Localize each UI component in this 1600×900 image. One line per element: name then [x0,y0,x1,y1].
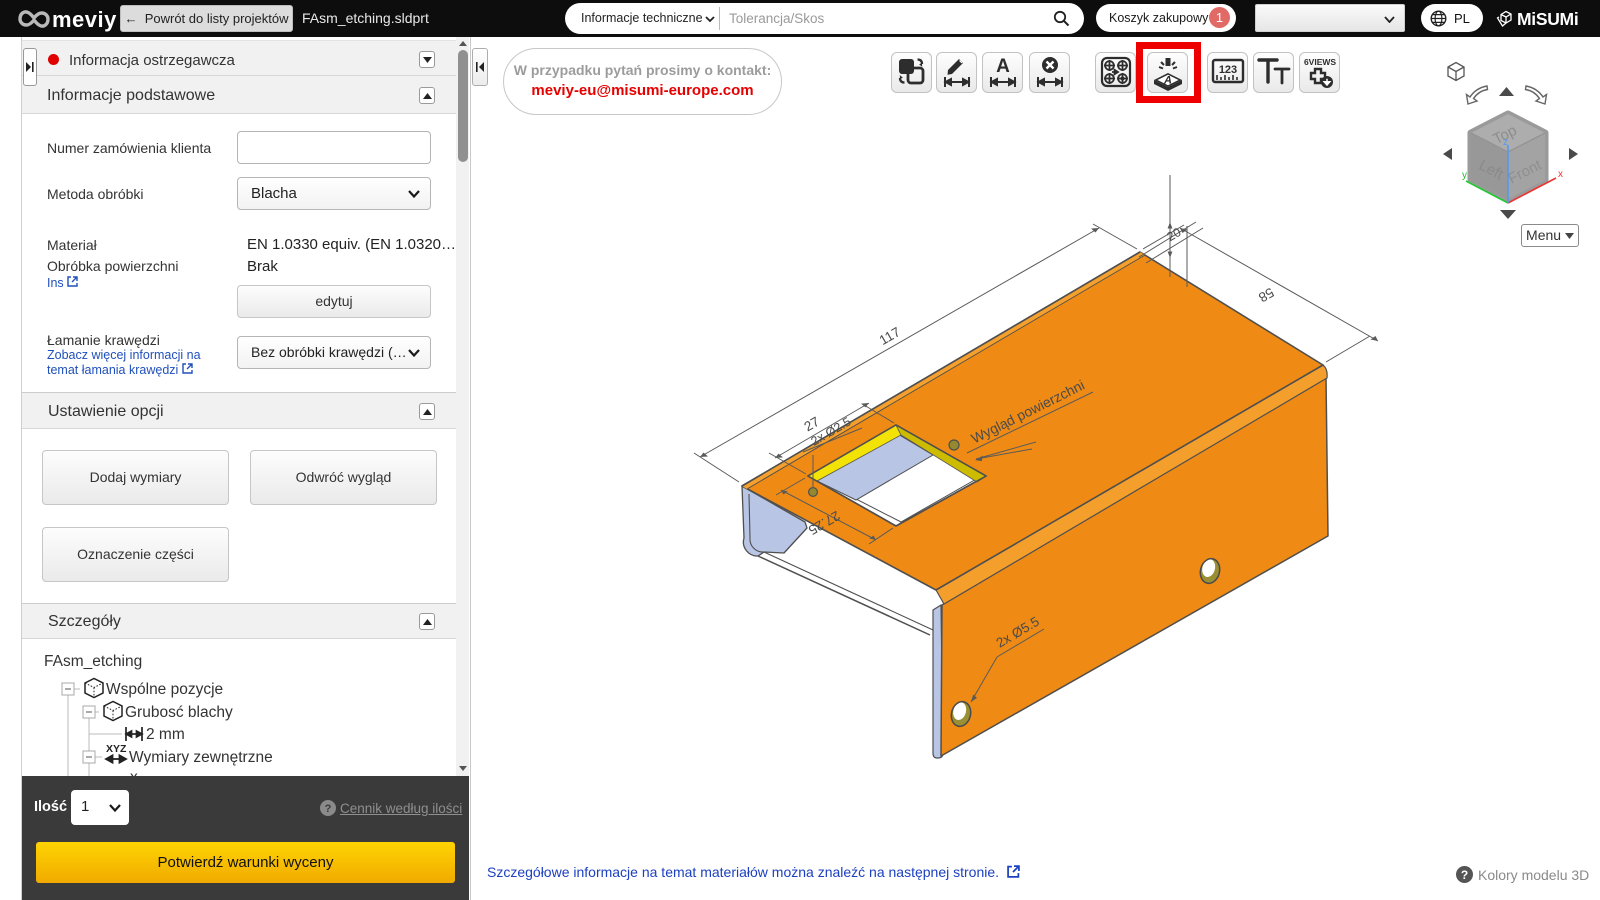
svg-text:Grubosć blachy: Grubosć blachy [125,704,233,721]
svg-text:Wspólne pozycje: Wspólne pozycje [106,681,223,698]
svg-text:XYZ: XYZ [106,743,127,755]
svg-text:117: 117 [877,324,903,348]
svg-text:?: ? [325,803,332,815]
svg-text:meviy: meviy [52,7,117,32]
svg-text:2 mm: 2 mm [146,726,185,743]
svg-text:58: 58 [1256,285,1277,306]
svg-text:FAsm_etching: FAsm_etching [44,653,142,670]
svg-text:x: x [130,769,138,776]
svg-text:Wymiary zewnętrzne: Wymiary zewnętrzne [129,749,273,766]
svg-text:?: ? [1461,868,1468,882]
